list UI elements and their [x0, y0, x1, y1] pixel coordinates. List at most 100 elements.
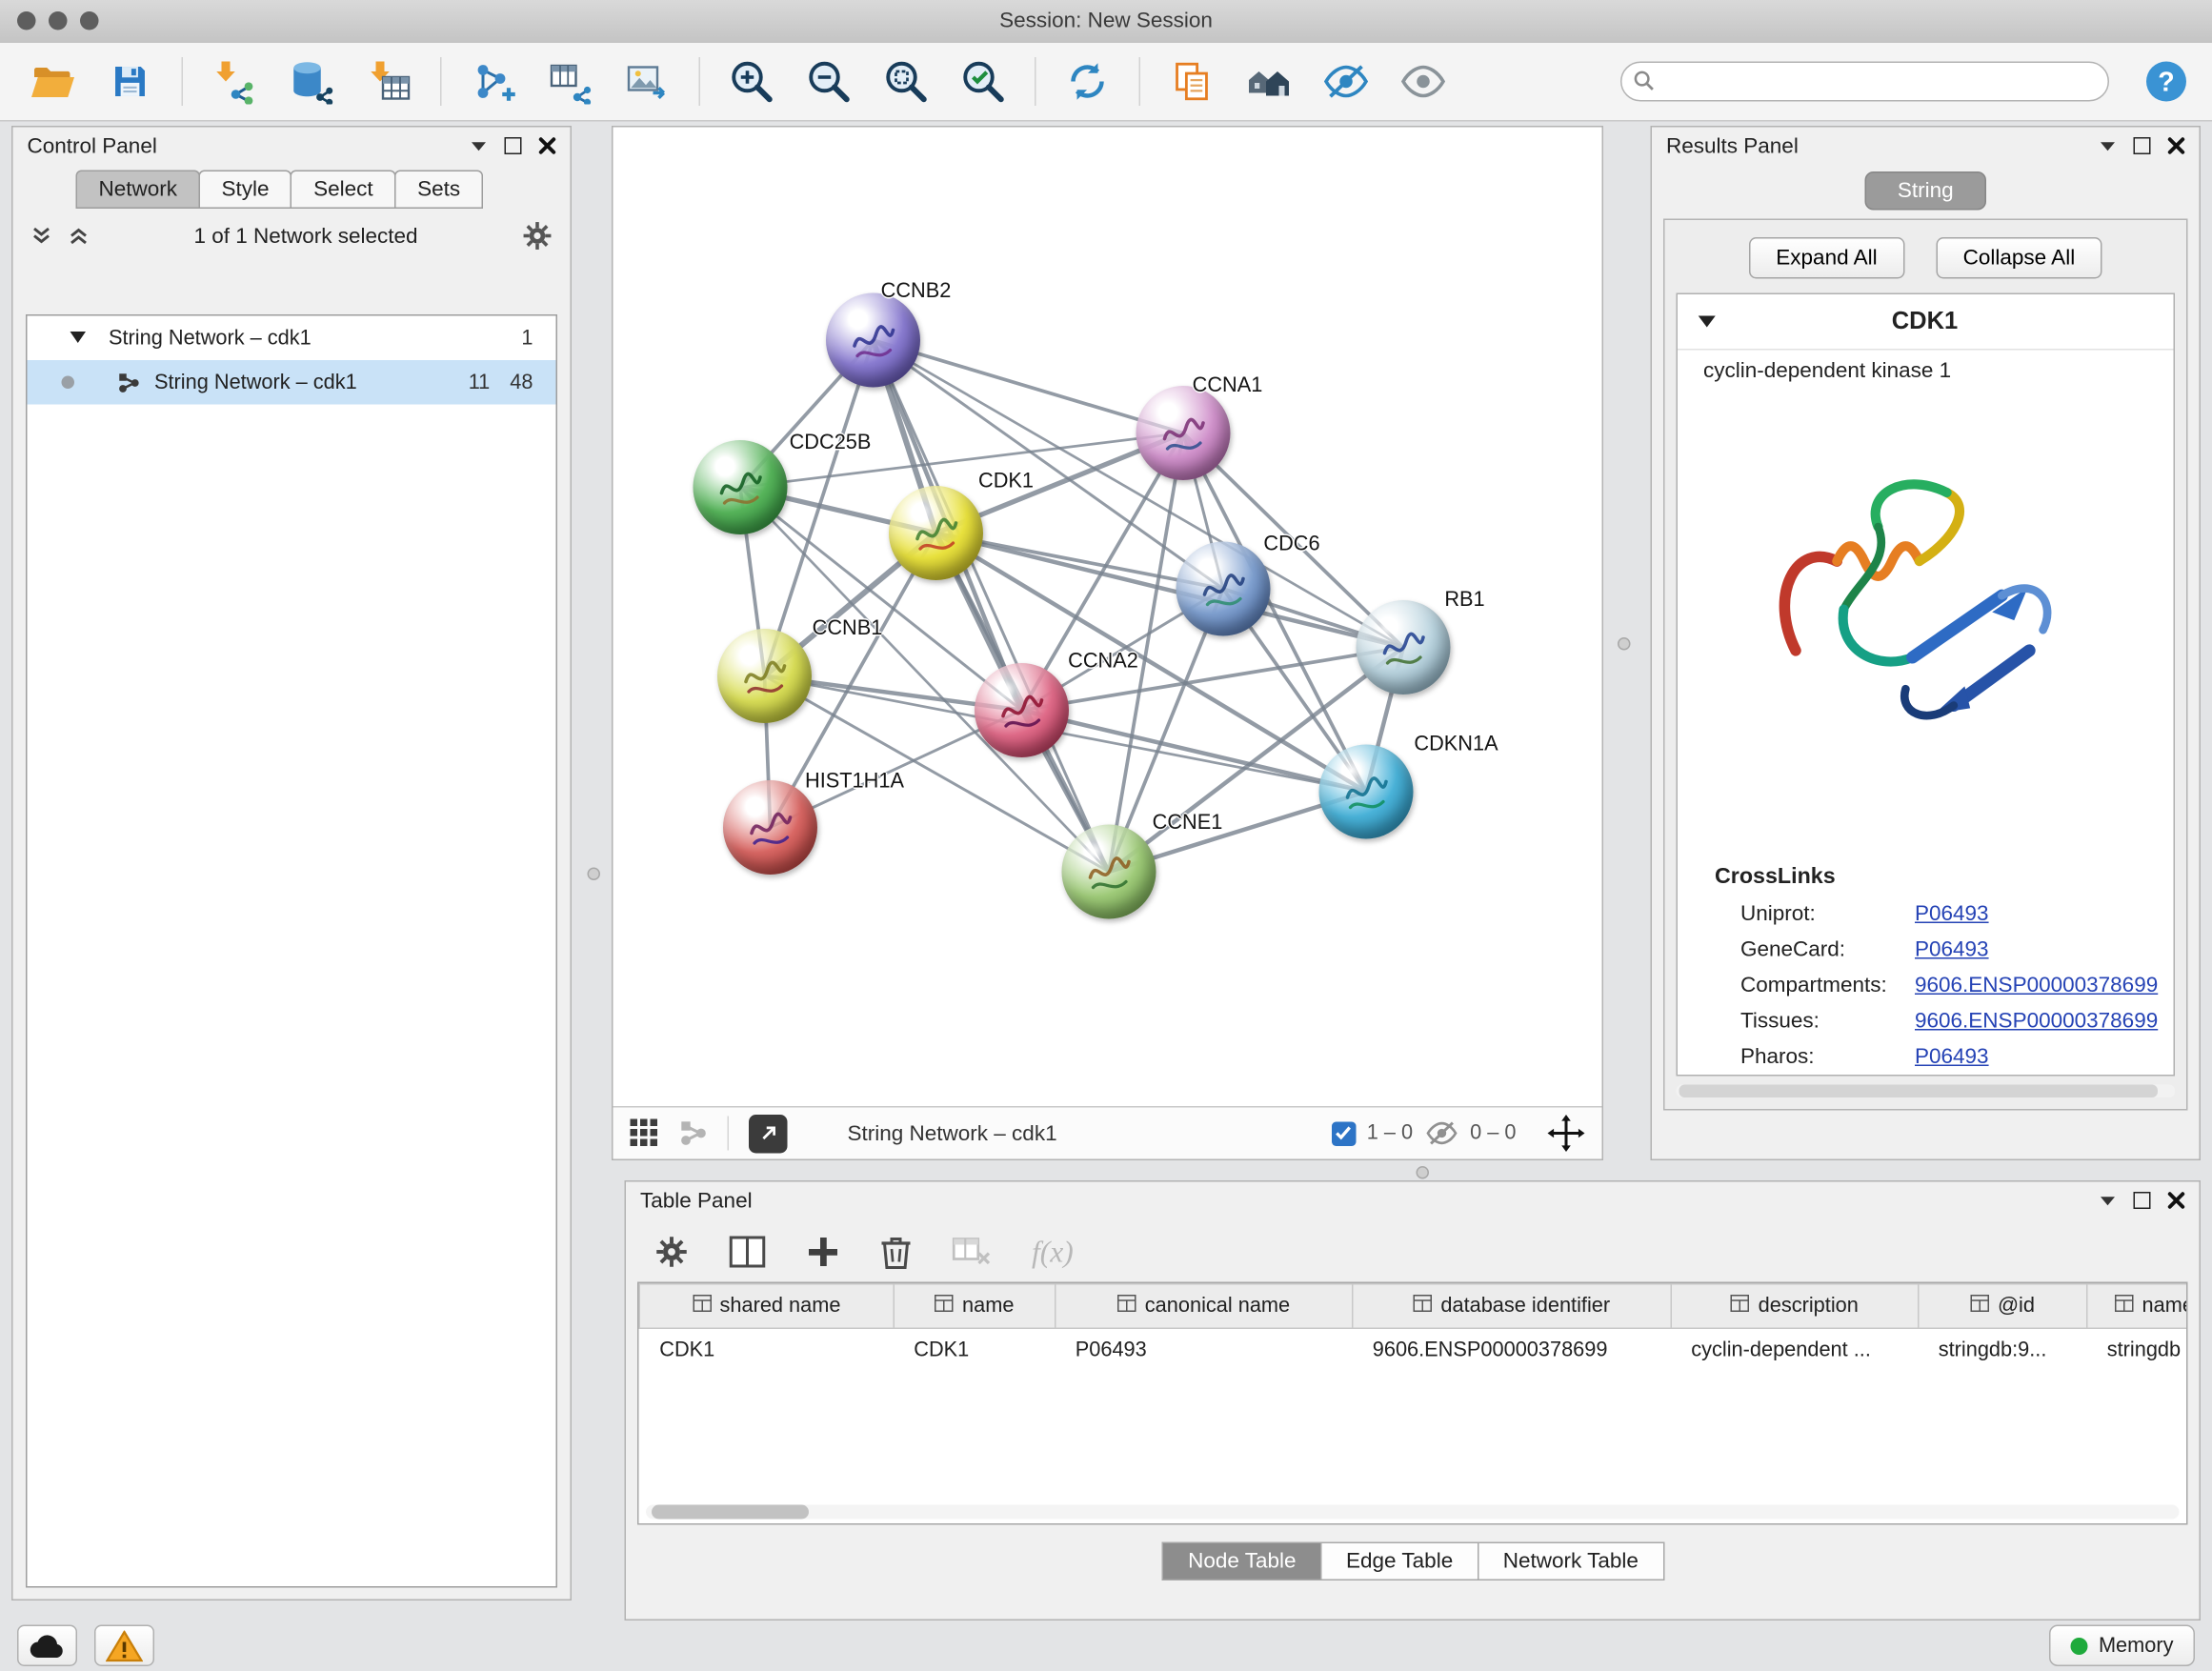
warnings-button[interactable]	[94, 1625, 154, 1667]
add-column-icon[interactable]	[806, 1235, 840, 1269]
zoom-selected-button[interactable]	[951, 50, 1016, 113]
panel-float-icon[interactable]	[2100, 140, 2117, 151]
pan-crosshair-icon[interactable]	[1548, 1115, 1585, 1152]
delete-column-trash-icon[interactable]	[880, 1234, 912, 1271]
network-row[interactable]: String Network – cdk1 11 48	[28, 360, 556, 405]
collapse-all-tree-icon[interactable]	[30, 226, 53, 246]
tab-node-table[interactable]: Node Table	[1162, 1542, 1321, 1581]
network-canvas[interactable]: CCNB2CCNA1CDC25BCDK1CDC6RB1CCNB1CCNA2CDK…	[613, 128, 1602, 1107]
search-input[interactable]	[1620, 62, 2109, 102]
cloud-status-button[interactable]	[17, 1625, 77, 1667]
network-node-cdc25b[interactable]	[694, 440, 788, 534]
zoom-window-button[interactable]	[80, 11, 99, 30]
table-settings-gear-icon[interactable]	[654, 1235, 689, 1269]
show-all-button[interactable]	[1391, 50, 1457, 113]
column-header-shared-name[interactable]: shared name	[639, 1284, 894, 1329]
save-session-button[interactable]	[97, 50, 163, 113]
network-overview-icon[interactable]	[679, 1119, 708, 1148]
network-from-table-button[interactable]	[537, 50, 603, 113]
tab-sets[interactable]: Sets	[394, 171, 483, 210]
network-node-hist1h1a[interactable]	[723, 780, 817, 875]
gene-name: CDK1	[1717, 308, 2134, 336]
network-node-ccna1[interactable]	[1136, 386, 1231, 480]
network-node-rb1[interactable]	[1357, 600, 1451, 695]
network-node-cdkn1a[interactable]	[1319, 745, 1414, 839]
panel-float-icon[interactable]	[471, 140, 488, 151]
import-table-button[interactable]	[356, 50, 422, 113]
tab-network-table[interactable]: Network Table	[1478, 1542, 1664, 1581]
tab-string[interactable]: String	[1864, 171, 1986, 211]
close-window-button[interactable]	[17, 11, 36, 30]
column-header-@id[interactable]: @id	[1919, 1284, 2087, 1329]
clear-table-icon[interactable]	[952, 1235, 992, 1269]
splitter-handle[interactable]	[1618, 637, 1631, 651]
network-edge[interactable]	[874, 340, 1110, 872]
column-header-canonical-name[interactable]: canonical name	[1056, 1284, 1353, 1329]
open-session-button[interactable]	[20, 50, 86, 113]
table-tabs: Node TableEdge TableNetwork Table	[626, 1542, 2200, 1581]
import-network-database-button[interactable]	[279, 50, 345, 113]
minimize-window-button[interactable]	[49, 11, 68, 30]
tab-select[interactable]: Select	[291, 171, 396, 210]
hide-selected-button[interactable]	[1314, 50, 1379, 113]
results-horizontal-scrollbar[interactable]	[1677, 1085, 2176, 1098]
grid-view-icon[interactable]	[631, 1119, 659, 1148]
zoom-fit-button[interactable]	[874, 50, 939, 113]
refresh-button[interactable]	[1055, 50, 1120, 113]
panel-maximize-icon[interactable]	[2134, 1192, 2151, 1209]
splitter-handle[interactable]	[588, 868, 601, 881]
tab-network[interactable]: Network	[76, 171, 201, 210]
network-node-ccna2[interactable]	[975, 663, 1069, 757]
memory-button[interactable]: Memory	[2048, 1625, 2195, 1667]
help-button[interactable]: ?	[2141, 50, 2192, 113]
table-row[interactable]: CDK1CDK1P064939606.ENSP00000378699cyclin…	[639, 1328, 2187, 1372]
panel-maximize-icon[interactable]	[505, 137, 522, 154]
column-header-namespace[interactable]: namespace	[2087, 1284, 2188, 1329]
zoom-out-button[interactable]	[796, 50, 862, 113]
function-builder-icon[interactable]: f(x)	[1032, 1234, 1074, 1270]
export-image-button[interactable]	[614, 50, 680, 113]
network-node-cdk1[interactable]	[889, 486, 983, 580]
column-header-description[interactable]: description	[1671, 1284, 1919, 1329]
show-columns-icon[interactable]	[729, 1235, 766, 1269]
network-node-cdc6[interactable]	[1176, 542, 1271, 636]
crosslink-uniprot-link[interactable]: P06493	[1915, 902, 1989, 927]
collapse-entry-caret-icon[interactable]	[1698, 314, 1717, 329]
annotation-mode-button[interactable]	[749, 1114, 788, 1153]
panel-close-icon[interactable]	[2168, 137, 2185, 154]
network-node-ccnb1[interactable]	[717, 629, 812, 723]
gear-icon[interactable]	[522, 220, 553, 252]
memory-label: Memory	[2099, 1634, 2174, 1657]
tree-expand-caret-icon[interactable]	[70, 332, 87, 345]
table-horizontal-scrollbar[interactable]	[646, 1505, 2180, 1520]
panel-maximize-icon[interactable]	[2134, 137, 2151, 154]
column-header-name[interactable]: name	[894, 1284, 1056, 1329]
expand-all-button[interactable]: Expand All	[1749, 237, 1904, 279]
copy-document-button[interactable]	[1159, 50, 1225, 113]
expand-all-tree-icon[interactable]	[68, 226, 90, 246]
tab-style[interactable]: Style	[199, 171, 292, 210]
crosslink-genecard-link[interactable]: P06493	[1915, 937, 1989, 962]
new-network-button[interactable]	[460, 50, 526, 113]
network-node-ccne1[interactable]	[1062, 825, 1156, 919]
crosslink-pharos-link[interactable]: P06493	[1915, 1045, 1989, 1070]
houses-button[interactable]	[1237, 50, 1302, 113]
network-edge[interactable]	[874, 340, 1184, 433]
panel-close-icon[interactable]	[539, 137, 556, 154]
network-edge[interactable]	[1022, 711, 1367, 793]
import-network-file-button[interactable]	[202, 50, 268, 113]
network-collection-row[interactable]: String Network – cdk1 1	[28, 316, 556, 361]
tab-edge-table[interactable]: Edge Table	[1320, 1542, 1478, 1581]
panel-float-icon[interactable]	[2100, 1195, 2117, 1206]
crosslink-compartments-link[interactable]: 9606.ENSP00000378699	[1915, 974, 2158, 998]
collapse-all-button[interactable]: Collapse All	[1936, 237, 2102, 279]
zoom-in-button[interactable]	[719, 50, 785, 113]
selected-nodes-checkbox[interactable]	[1331, 1121, 1356, 1146]
splitter-handle[interactable]	[1417, 1166, 1430, 1179]
column-header-database-identifier[interactable]: database identifier	[1353, 1284, 1672, 1329]
crosslink-tissues-link[interactable]: 9606.ENSP00000378699	[1915, 1009, 2158, 1034]
gene-description: cyclin-dependent kinase 1	[1678, 351, 2174, 387]
panel-close-icon[interactable]	[2168, 1192, 2185, 1209]
network-node-ccnb2[interactable]	[826, 293, 920, 388]
column-type-icon	[693, 1295, 712, 1312]
